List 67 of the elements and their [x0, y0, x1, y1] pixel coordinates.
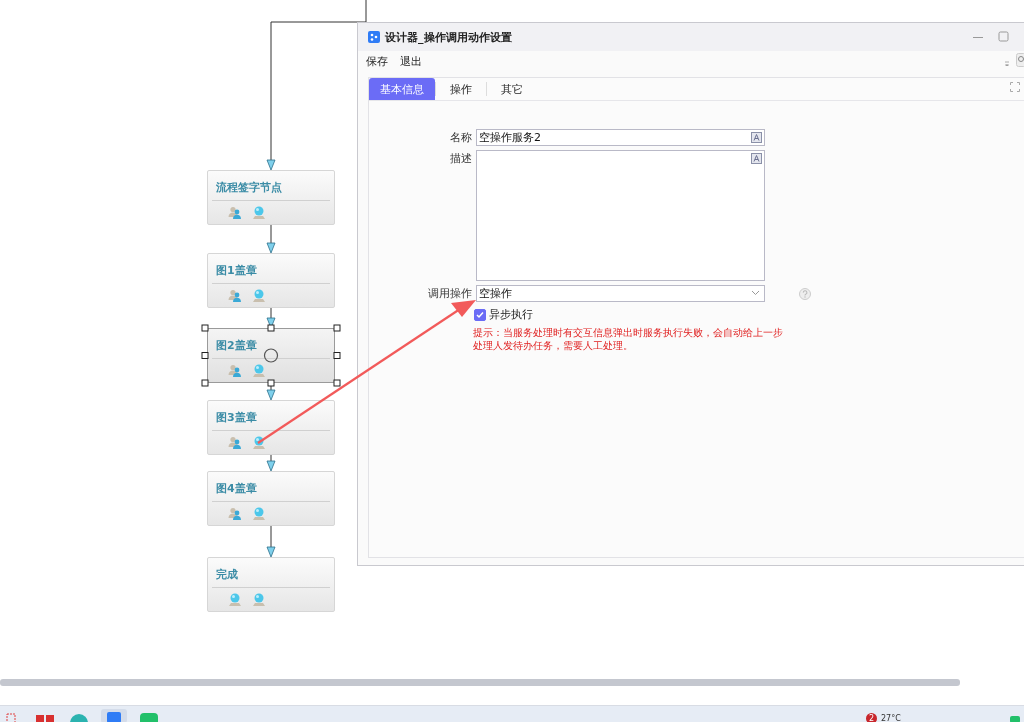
selection-handle[interactable]: [267, 324, 275, 332]
taskbar-icon[interactable]: [140, 712, 158, 722]
description-field[interactable]: [476, 150, 765, 281]
text-format-icon[interactable]: [751, 132, 762, 143]
taskbar-icon[interactable]: [6, 712, 16, 722]
flow-node[interactable]: 图2盖章: [207, 328, 335, 383]
notification-badge: 2: [866, 713, 877, 722]
checkbox-label: 异步执行: [489, 307, 533, 322]
menu-item[interactable]: 保存: [366, 53, 388, 69]
tab[interactable]: 其它: [487, 78, 537, 100]
users-icon: [228, 206, 242, 219]
tab[interactable]: 操作: [436, 78, 486, 100]
field-label: 名称: [449, 130, 472, 145]
node-title: 图3盖章: [215, 410, 257, 423]
tab[interactable]: 基本信息: [369, 78, 435, 100]
name-field[interactable]: 空操作服务2: [476, 129, 765, 146]
node-title: 完成: [215, 567, 238, 580]
globe-monitor-icon: [252, 593, 266, 606]
chevron-down-icon: [751, 290, 760, 296]
connector-arrow: [266, 525, 276, 558]
selection-handle[interactable]: [333, 324, 341, 332]
taskbar-icon[interactable]: [101, 709, 127, 722]
text-format-icon[interactable]: [751, 153, 762, 164]
taskbar-icon[interactable]: [36, 712, 54, 722]
flow-node[interactable]: 图1盖章: [207, 253, 335, 308]
globe-monitor-icon: [252, 289, 266, 302]
app-icon: [368, 31, 380, 43]
selection-handle[interactable]: [201, 379, 209, 387]
node-title: 流程签字节点: [215, 180, 282, 193]
horizontal-scrollbar[interactable]: [0, 679, 960, 686]
field-label: 调用操作: [427, 286, 472, 301]
temperature-text: 27°C: [881, 714, 901, 722]
users-icon: [228, 289, 242, 302]
rotation-handle[interactable]: [263, 348, 279, 363]
node-title: 图2盖章: [215, 338, 257, 351]
field-label: 描述: [449, 151, 472, 166]
operation-dropdown[interactable]: 空操作: [476, 285, 765, 302]
connector-arrow: [266, 454, 276, 472]
selection-handle[interactable]: [333, 379, 341, 387]
sort-icon[interactable]: [1004, 59, 1010, 67]
selection-handle[interactable]: [267, 379, 275, 387]
globe-monitor-icon: [252, 436, 266, 449]
hint-text: 提示：当服务处理时有交互信息弹出时服务执行失败，会自动给上一步处理人发待办任务，需要人工处理。: [473, 326, 783, 352]
flow-node[interactable]: 图4盖章: [207, 471, 335, 526]
flow-node[interactable]: 流程签字节点: [207, 170, 335, 225]
selection-handle[interactable]: [201, 352, 209, 359]
globe-monitor-icon: [252, 364, 266, 377]
selection-handle[interactable]: [201, 324, 209, 332]
taskbar-icon[interactable]: [70, 712, 88, 722]
users-icon: [228, 364, 242, 377]
async-checkbox[interactable]: [474, 308, 486, 321]
flow-node[interactable]: 完成: [207, 557, 335, 612]
selection-handle[interactable]: [333, 352, 341, 359]
flow-node[interactable]: 图3盖章: [207, 400, 335, 455]
globe-monitor-icon: [228, 593, 242, 606]
window-title: 设计器_操作调用动作设置: [385, 29, 512, 45]
maximize-icon[interactable]: [998, 31, 1009, 42]
node-title: 图4盖章: [215, 481, 257, 494]
node-title: 图1盖章: [215, 263, 257, 276]
search-icon[interactable]: [1016, 53, 1024, 67]
connector-arrow: [266, 224, 276, 254]
globe-monitor-icon: [252, 507, 266, 520]
users-icon: [228, 436, 242, 449]
globe-monitor-icon: [252, 206, 266, 219]
menu-item[interactable]: 退出: [400, 53, 422, 69]
fullscreen-icon[interactable]: [1010, 82, 1020, 92]
users-icon: [228, 507, 242, 520]
